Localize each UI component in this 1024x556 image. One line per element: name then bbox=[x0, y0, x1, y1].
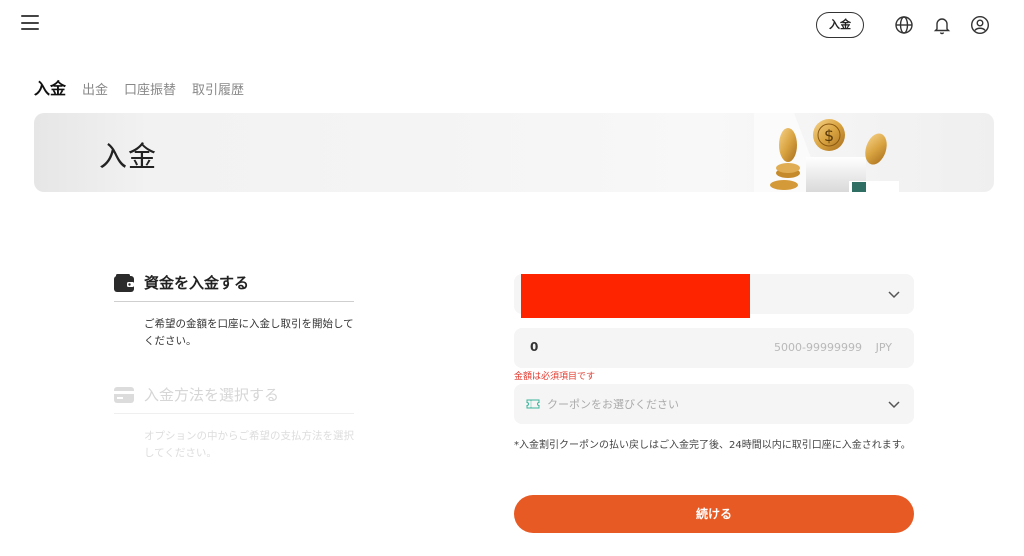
header-deposit-button[interactable]: 入金 bbox=[816, 12, 864, 38]
step-description: ご希望の金額を口座に入金し取引を開始してください。 bbox=[144, 318, 354, 347]
step-header: 資金を入金する bbox=[114, 272, 354, 302]
tab-transfer[interactable]: 口座振替 bbox=[124, 79, 176, 98]
coupon-placeholder: クーポンをお選びください bbox=[547, 398, 679, 411]
wallet-icon bbox=[114, 273, 134, 292]
credit-card-icon bbox=[114, 386, 134, 403]
svg-text:$: $ bbox=[824, 126, 834, 145]
step-title: 入金方法を選択する bbox=[144, 386, 280, 404]
tab-history[interactable]: 取引履歴 bbox=[192, 79, 244, 98]
chevron-down-icon bbox=[888, 291, 900, 299]
tab-bar: 入金 出金 口座振替 取引履歴 bbox=[34, 75, 260, 99]
coupon-note: *入金割引クーポンの払い戻しはご入金完了後、24時間以内に取引口座に入金されます… bbox=[514, 440, 911, 451]
amount-error-message: 金額は必須項目です bbox=[514, 372, 596, 382]
continue-button[interactable]: 続ける bbox=[514, 495, 914, 533]
coupon-select[interactable]: クーポンをお選びください bbox=[514, 384, 914, 424]
step-deposit-funds: 資金を入金する ご希望の金額を口座に入金し取引を開始してください。 bbox=[114, 272, 354, 350]
globe-icon[interactable] bbox=[892, 13, 916, 37]
user-icon[interactable] bbox=[968, 13, 992, 37]
tab-deposit[interactable]: 入金 bbox=[34, 75, 66, 99]
page-title: 入金 bbox=[99, 140, 158, 173]
step-select-method: 入金方法を選択する オプションの中からご希望の支払方法を選択してください。 bbox=[114, 384, 354, 462]
tab-withdraw[interactable]: 出金 bbox=[82, 79, 108, 98]
amount-value: 0 bbox=[530, 340, 539, 354]
chevron-down-icon bbox=[888, 401, 900, 409]
amount-range-hint: 5000-99999999 bbox=[774, 341, 862, 354]
hamburger-menu-icon[interactable] bbox=[21, 15, 39, 31]
top-actions: 入金 bbox=[816, 12, 992, 38]
currency-label: JPY bbox=[875, 341, 892, 354]
step-header: 入金方法を選択する bbox=[114, 384, 354, 414]
step-title: 資金を入金する bbox=[144, 274, 250, 292]
step-description: オプションの中からご希望の支払方法を選択してください。 bbox=[144, 430, 354, 459]
page-banner: 入金 $ bbox=[34, 113, 994, 192]
account-select[interactable] bbox=[514, 274, 914, 318]
amount-input[interactable]: 0 5000-99999999 JPY bbox=[514, 328, 914, 368]
bell-icon[interactable] bbox=[930, 13, 954, 37]
ticket-icon bbox=[526, 399, 540, 409]
coins-illustration: $ bbox=[754, 113, 899, 192]
redacted-account-value bbox=[521, 274, 750, 318]
